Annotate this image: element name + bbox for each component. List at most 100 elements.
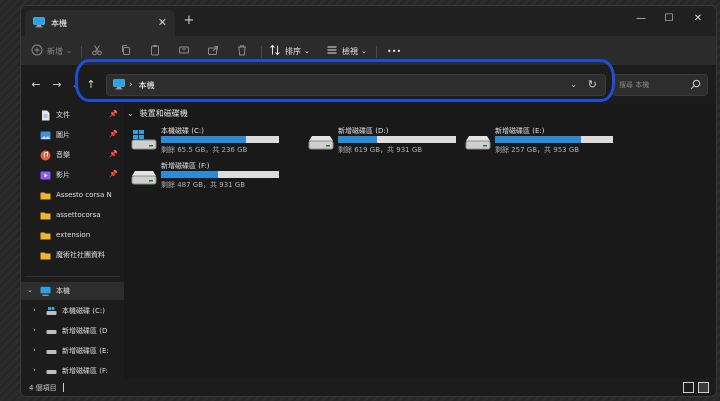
forward-button[interactable]: → [50, 78, 64, 91]
computer-icon [113, 78, 125, 92]
add-tab-button[interactable]: + [181, 13, 197, 28]
sidebar-item-this-pc[interactable]: ⌄ 本機 [21, 282, 124, 300]
windows-drive-icon [131, 130, 157, 154]
maximize-button[interactable]: ☐ [657, 10, 681, 28]
drive-usage-bar [338, 136, 456, 143]
sidebar-item-pictures[interactable]: 圖片 📌 [21, 126, 124, 144]
details-view-icon[interactable] [683, 382, 694, 393]
sidebar-item-folder[interactable]: assettocorsa [21, 206, 124, 224]
chevron-right-icon[interactable]: › [33, 346, 36, 354]
documents-icon [40, 110, 51, 121]
sidebar-item-drive-e[interactable]: › 新增磁碟區 (E: [21, 342, 124, 360]
more-options-button[interactable]: ••• [383, 42, 401, 60]
title-bar: 本機 ✕ + — ☐ ✕ [21, 6, 716, 36]
cut-button[interactable] [91, 42, 103, 60]
drive-name: 新增磁碟區 (D:) [338, 127, 389, 135]
drive-icon [46, 346, 57, 357]
drive-icon [46, 366, 57, 377]
windows-drive-icon [46, 306, 57, 317]
status-bar: 4 個項目 [21, 378, 716, 396]
navigation-bar: ← → ⌄ ↑ › 本機 ⌄ ↻ 搜尋 本機 [21, 66, 716, 104]
sidebar-item-music[interactable]: 音樂 📌 [21, 146, 124, 164]
devices-group-header[interactable]: ⌄ 裝置和磁碟機 [127, 108, 188, 119]
navigation-pane: 文件 📌 圖片 📌 音樂 📌 影片 📌 Assesto corsa N asse… [21, 104, 124, 378]
minimize-button[interactable]: — [629, 10, 653, 28]
rename-button[interactable] [178, 42, 190, 60]
copy-button[interactable] [120, 42, 132, 60]
drive-icon [465, 130, 491, 154]
pin-icon[interactable]: 📌 [109, 170, 118, 178]
drive-tile-d[interactable]: 新增磁碟區 (D:) 剩餘 619 GB，共 931 GB [308, 126, 458, 156]
paste-button[interactable] [149, 42, 161, 60]
pin-icon[interactable]: 📌 [109, 130, 118, 138]
drive-usage-fill [161, 171, 218, 178]
sidebar-item-documents[interactable]: 文件 📌 [21, 106, 124, 124]
tiles-view-icon[interactable] [698, 382, 709, 393]
folder-icon [40, 230, 51, 241]
drive-usage-fill [495, 136, 582, 143]
drive-name: 新增磁碟區 (F:) [161, 162, 210, 170]
computer-icon [33, 16, 45, 30]
close-tab-icon[interactable]: ✕ [158, 16, 167, 29]
sidebar-divider [25, 276, 120, 277]
recent-locations-chevron-icon[interactable]: ⌄ [69, 78, 83, 91]
drive-tile-c[interactable]: 本機磁碟 (C:) 剩餘 65.5 GB，共 236 GB [131, 126, 281, 156]
drive-free-space: 剩餘 619 GB，共 931 GB [338, 146, 423, 154]
command-bar: 新增 ⌄ 排序 ⌄ 檢視 ⌄ ••• [21, 36, 716, 66]
content-area: ⌄ 裝置和磁碟機 本機磁碟 (C:) 剩餘 65.5 GB，共 236 GB 新… [127, 104, 716, 378]
search-box[interactable]: 搜尋 本機 [612, 74, 708, 96]
chevron-down-icon[interactable]: ⌄ [127, 109, 134, 118]
group-title: 裝置和磁碟機 [139, 109, 188, 118]
search-placeholder: 搜尋 本機 [619, 81, 650, 89]
file-explorer-window: 本機 ✕ + — ☐ ✕ 新增 ⌄ 排序 ⌄ 檢視 ⌄ ••• ← → ⌄ ↑ … [20, 5, 717, 397]
sort-icon [269, 44, 281, 58]
sidebar-item-label: 新增磁碟區 (D [62, 327, 108, 335]
drive-tile-f[interactable]: 新增磁碟區 (F:) 剩餘 487 GB，共 931 GB [131, 161, 281, 191]
more-options-icon: ••• [387, 46, 402, 56]
sidebar-item-label: Assesto corsa N [56, 191, 112, 199]
status-divider [63, 383, 64, 392]
sidebar-item-drive-c[interactable]: › 本機磁碟 (C:) [21, 302, 124, 320]
share-button[interactable] [207, 42, 219, 60]
back-button[interactable]: ← [29, 78, 43, 91]
chevron-down-icon: ⌄ [361, 47, 367, 55]
sidebar-item-videos[interactable]: 影片 📌 [21, 166, 124, 184]
sidebar-item-folder[interactable]: Assesto corsa N [21, 186, 124, 204]
pin-icon[interactable]: 📌 [109, 110, 118, 118]
up-button[interactable]: ↑ [84, 78, 98, 91]
drive-usage-bar [161, 136, 279, 143]
address-history-chevron-icon[interactable]: ⌄ [570, 80, 577, 89]
drive-free-space: 剩餘 257 GB，共 953 GB [495, 146, 580, 154]
breadcrumb-separator: › [129, 80, 133, 90]
sidebar-item-folder[interactable]: extension [21, 226, 124, 244]
copy-icon [120, 44, 132, 58]
drive-tile-e[interactable]: 新增磁碟區 (E:) 剩餘 257 GB，共 953 GB [465, 126, 615, 156]
refresh-icon[interactable]: ↻ [588, 78, 597, 91]
sidebar-item-folder[interactable]: 魔術社社團資料 [21, 246, 124, 264]
pin-icon[interactable]: 📌 [109, 150, 118, 158]
chevron-right-icon[interactable]: › [33, 366, 36, 374]
rename-icon [178, 44, 190, 58]
new-button[interactable]: 新增 ⌄ [31, 42, 72, 60]
breadcrumb-this-pc[interactable]: 本機 [139, 80, 155, 91]
drive-name: 本機磁碟 (C:) [161, 127, 204, 135]
sidebar-item-label: 本機 [56, 287, 70, 295]
item-count: 4 個項目 [29, 384, 57, 392]
chevron-down-icon[interactable]: ⌄ [27, 286, 33, 294]
view-button[interactable]: 檢視 ⌄ [326, 42, 367, 60]
address-bar[interactable]: › 本機 ⌄ ↻ [106, 74, 606, 96]
drive-name: 新增磁碟區 (E:) [495, 127, 545, 135]
drive-free-space: 剩餘 65.5 GB，共 236 GB [161, 146, 248, 154]
chevron-right-icon[interactable]: › [33, 306, 36, 314]
chevron-right-icon[interactable]: › [33, 326, 36, 334]
close-window-button[interactable]: ✕ [686, 10, 710, 28]
sidebar-item-label: 新增磁碟區 (F: [62, 367, 108, 375]
sort-button[interactable]: 排序 ⌄ [269, 42, 310, 60]
drive-usage-fill [338, 136, 377, 143]
delete-button[interactable] [236, 42, 248, 60]
sidebar-item-label: 新增磁碟區 (E: [62, 347, 109, 355]
tab-this-pc[interactable]: 本機 ✕ [25, 10, 175, 36]
sidebar-item-drive-d[interactable]: › 新增磁碟區 (D [21, 322, 124, 340]
pictures-icon [40, 130, 51, 141]
videos-icon [40, 170, 51, 181]
